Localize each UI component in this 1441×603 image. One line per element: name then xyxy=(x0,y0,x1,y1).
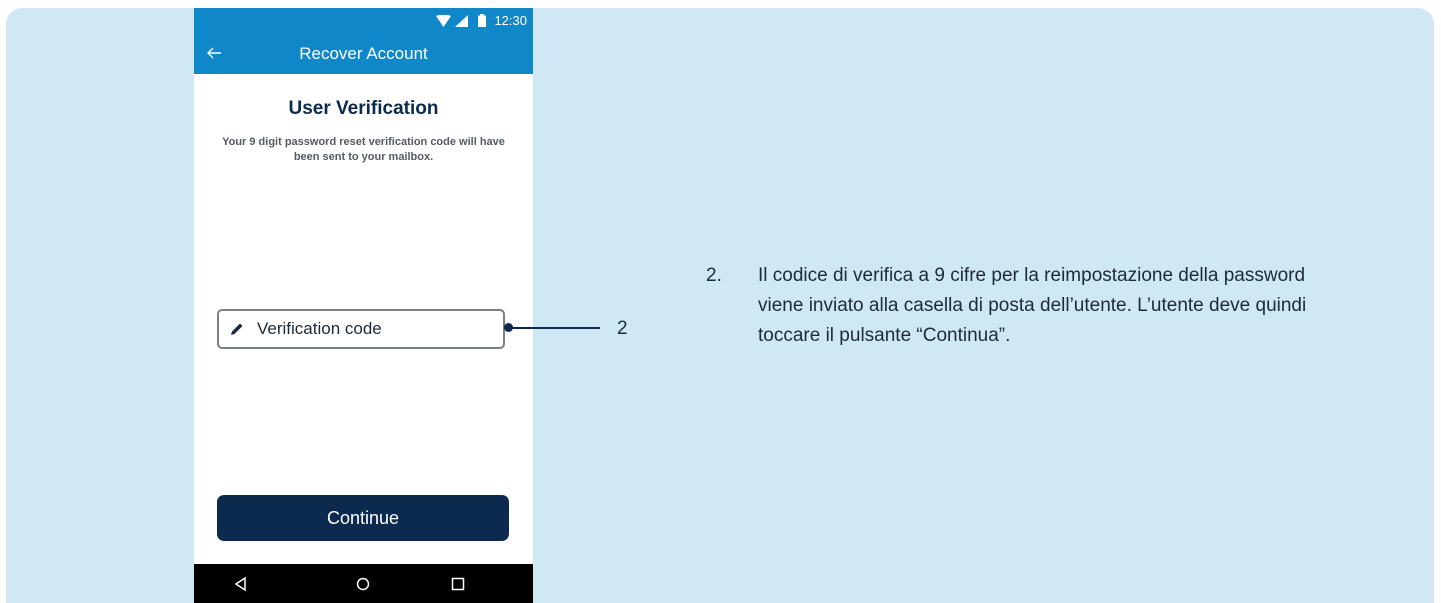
callout-number: 2 xyxy=(617,318,628,339)
phone-screen: 12:30 Recover Account User Verification … xyxy=(194,8,533,603)
step-number: 2. xyxy=(706,265,722,286)
verification-code-placeholder: Verification code xyxy=(257,319,382,338)
signal-icon xyxy=(455,14,469,27)
pencil-icon xyxy=(231,323,243,335)
wifi-icon xyxy=(436,14,452,27)
nav-back-icon[interactable] xyxy=(232,575,250,593)
nav-recents-icon[interactable] xyxy=(449,575,467,593)
status-time: 12:30 xyxy=(494,13,527,28)
app-bar: Recover Account xyxy=(194,33,533,74)
android-nav-bar xyxy=(194,564,533,603)
callout-line xyxy=(510,327,600,329)
battery-icon xyxy=(478,14,487,27)
app-title: Recover Account xyxy=(299,44,428,63)
continue-button[interactable]: Continue xyxy=(217,495,509,541)
verification-code-field[interactable]: Verification code xyxy=(217,309,505,349)
step-text: Il codice di verifica a 9 cifre per la r… xyxy=(758,265,1307,346)
status-bar: 12:30 xyxy=(194,8,533,33)
nav-home-icon[interactable] xyxy=(354,575,372,593)
page-description: Your 9 digit password reset verification… xyxy=(222,136,505,163)
page-title: User Verification xyxy=(288,98,439,119)
